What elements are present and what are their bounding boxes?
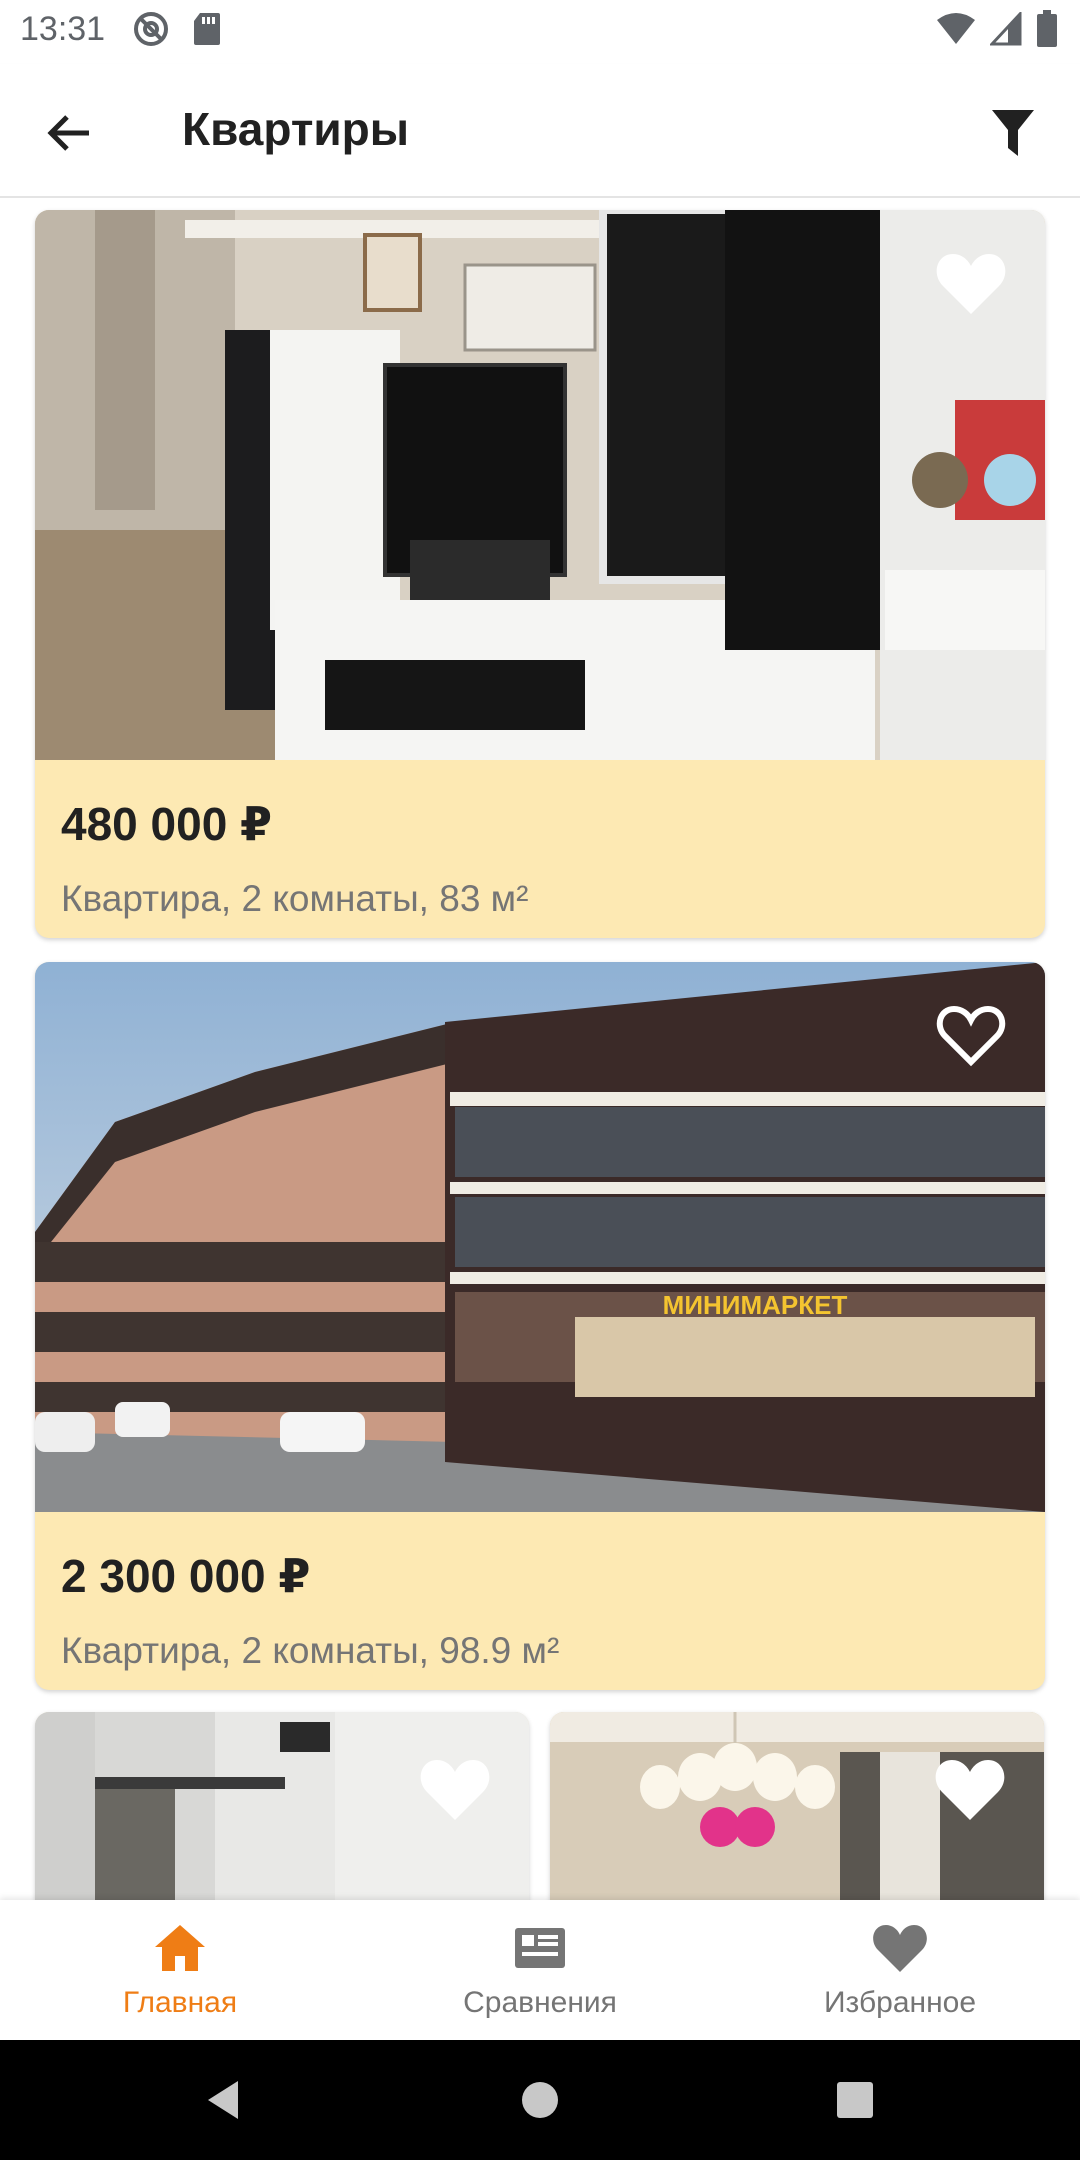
listing-photo	[35, 1712, 529, 1900]
app-bar: Квартиры	[0, 64, 1080, 198]
page-title: Квартиры	[182, 103, 410, 155]
nav-item-label: Главная	[122, 1986, 238, 2019]
listing-price: 2 300 000 ₽	[61, 1550, 311, 1602]
system-back-icon[interactable]	[200, 2075, 250, 2125]
store-sign: МИНИМАРКЕТ	[663, 1290, 848, 1320]
favorite-outline-icon[interactable]	[935, 1002, 1007, 1068]
nav-item-label: Избранное	[823, 1986, 977, 2019]
system-home-icon[interactable]	[515, 2075, 565, 2125]
status-icons-right	[936, 10, 1058, 48]
home-icon	[155, 1925, 205, 1971]
cell-signal-icon	[990, 12, 1022, 46]
status-time: 13:31	[20, 10, 106, 48]
listing-photo	[550, 1712, 1044, 1900]
listing-card[interactable]: 480 000 ₽ Квартира, 2 комнаты, 83 м²	[35, 210, 1045, 938]
nav-item-label: Сравнения	[463, 1986, 617, 2019]
listing-card[interactable]: МИНИМАРКЕТ 2 300 000 ₽ Квартира, 2 комна…	[35, 962, 1045, 1690]
status-icons-left	[132, 10, 222, 48]
listing-card[interactable]	[35, 1712, 529, 1900]
favorite-filled-icon[interactable]	[419, 1756, 491, 1822]
nav-item-favorites[interactable]: Избранное	[720, 1900, 1080, 2040]
listing-feed[interactable]: 480 000 ₽ Квартира, 2 комнаты, 83 м² МИН…	[0, 198, 1080, 1900]
favorite-filled-icon[interactable]	[934, 1756, 1006, 1822]
arrow-back-icon	[47, 115, 89, 151]
listing-card[interactable]	[550, 1712, 1044, 1900]
listing-photo: МИНИМАРКЕТ	[35, 962, 1045, 1512]
status-bar: 13:31	[0, 0, 1080, 64]
compare-icon	[515, 1928, 565, 1968]
heart-icon	[873, 1925, 927, 1972]
listing-description: Квартира, 2 комнаты, 98.9 м²	[61, 1630, 560, 1671]
back-button[interactable]	[36, 100, 102, 166]
filter-button[interactable]	[980, 100, 1046, 166]
nav-item-compare[interactable]: Сравнения	[360, 1900, 720, 2040]
do-not-disturb-icon	[134, 12, 168, 46]
wifi-icon	[937, 13, 975, 44]
system-navigation-bar	[0, 2040, 1080, 2160]
favorite-filled-icon[interactable]	[935, 250, 1007, 316]
listing-price: 480 000 ₽	[61, 798, 273, 850]
sd-card-icon	[194, 13, 220, 45]
battery-icon	[1037, 10, 1057, 47]
system-recents-icon[interactable]	[830, 2075, 880, 2125]
listing-photo	[35, 210, 1045, 760]
nav-item-home[interactable]: Главная	[0, 1900, 360, 2040]
bottom-navigation: Главная Сравнения Избранное	[0, 1900, 1080, 2040]
filter-icon	[992, 110, 1034, 156]
listing-description: Квартира, 2 комнаты, 83 м²	[61, 878, 529, 919]
